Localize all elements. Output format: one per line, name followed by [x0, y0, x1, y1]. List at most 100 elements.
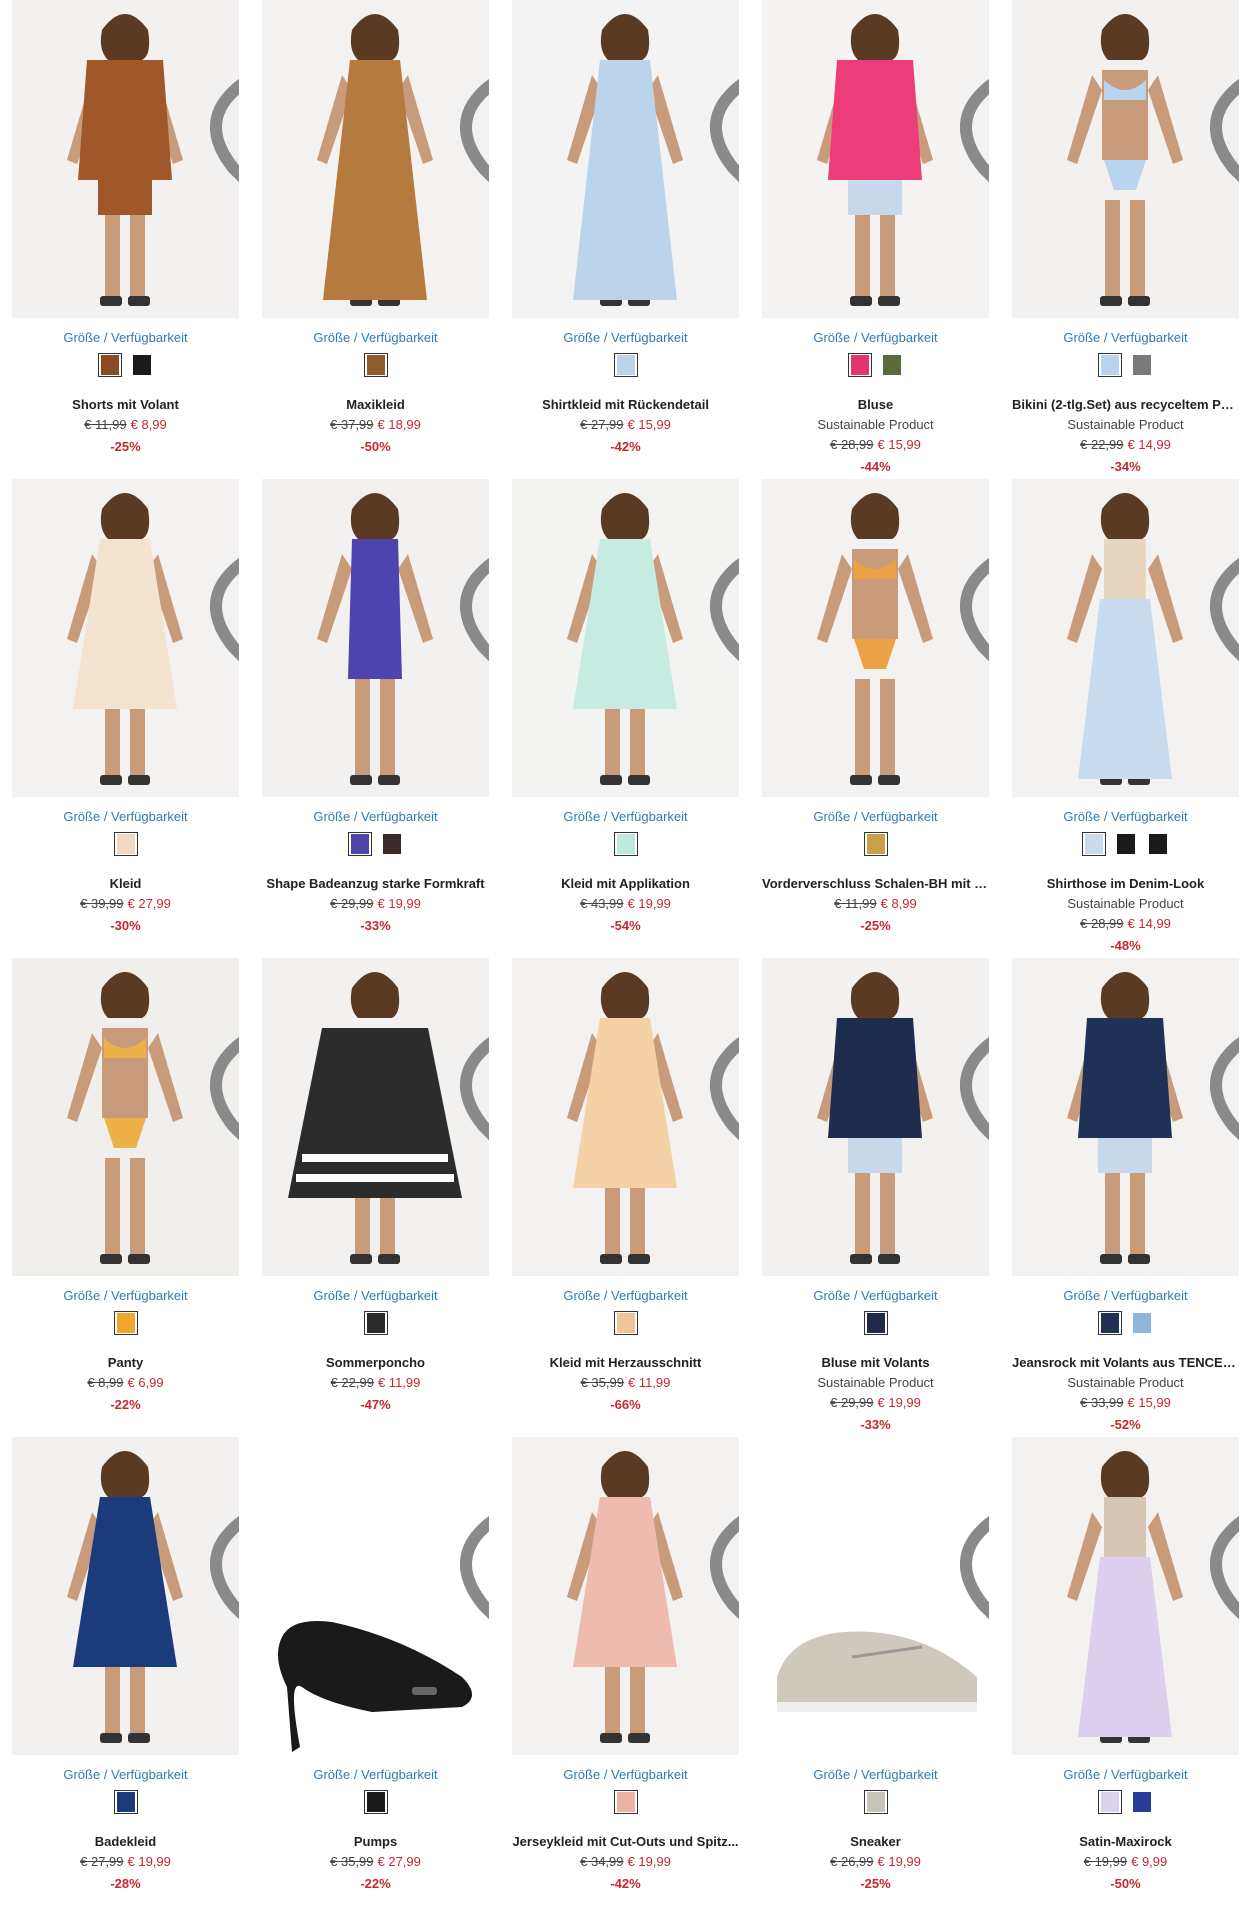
product-name[interactable]: Shirtkleid mit Rückendetail	[512, 397, 739, 412]
product-name[interactable]: Kleid mit Herzausschnitt	[512, 1355, 739, 1370]
size-availability-link[interactable]: Größe / Verfügbarkeit	[512, 330, 739, 345]
product-name[interactable]: Sneaker	[762, 1834, 989, 1849]
color-swatch[interactable]	[347, 832, 372, 856]
size-availability-link[interactable]: Größe / Verfügbarkeit	[262, 1288, 489, 1303]
color-swatch[interactable]	[613, 1790, 638, 1814]
wishlist-heart-icon[interactable]	[453, 1446, 489, 1620]
color-swatch[interactable]	[847, 353, 872, 377]
product-name[interactable]: Shorts mit Volant	[12, 397, 239, 412]
product-name[interactable]: Bluse	[762, 397, 989, 412]
product-image-wrapper[interactable]	[262, 479, 489, 797]
product-card[interactable]: Größe / Verfügbarkeit Sommerponcho € 22,…	[262, 958, 512, 1428]
wishlist-heart-icon[interactable]	[1203, 967, 1239, 1141]
color-swatch[interactable]	[863, 1311, 888, 1335]
product-card[interactable]: Größe / Verfügbarkeit Shirthose im Denim…	[1012, 479, 1250, 953]
color-swatch[interactable]	[613, 832, 638, 856]
product-card[interactable]: Größe / Verfügbarkeit Kleid mit Herzauss…	[512, 958, 762, 1428]
color-swatch[interactable]	[113, 832, 138, 856]
product-name[interactable]: Kleid mit Applikation	[512, 876, 739, 891]
size-availability-link[interactable]: Größe / Verfügbarkeit	[1012, 1288, 1239, 1303]
size-availability-link[interactable]: Größe / Verfügbarkeit	[12, 809, 239, 824]
size-availability-link[interactable]: Größe / Verfügbarkeit	[762, 1767, 989, 1782]
size-availability-link[interactable]: Größe / Verfügbarkeit	[512, 1767, 739, 1782]
color-swatch[interactable]	[863, 832, 888, 856]
product-card[interactable]: Größe / Verfügbarkeit Vorderverschluss S…	[762, 479, 1012, 949]
color-swatch[interactable]	[380, 832, 404, 856]
product-card[interactable]: Größe / Verfügbarkeit Bluse mit Volants …	[762, 958, 1012, 1432]
product-image-wrapper[interactable]	[1012, 0, 1239, 318]
size-availability-link[interactable]: Größe / Verfügbarkeit	[12, 1767, 239, 1782]
wishlist-heart-icon[interactable]	[953, 1446, 989, 1620]
size-availability-link[interactable]: Größe / Verfügbarkeit	[1012, 1767, 1239, 1782]
size-availability-link[interactable]: Größe / Verfügbarkeit	[12, 1288, 239, 1303]
wishlist-heart-icon[interactable]	[1203, 1446, 1239, 1620]
product-image-wrapper[interactable]	[762, 479, 989, 797]
product-image-wrapper[interactable]	[762, 0, 989, 318]
wishlist-heart-icon[interactable]	[703, 1446, 739, 1620]
product-card[interactable]: Größe / Verfügbarkeit Kleid € 39,99 € 27,…	[12, 479, 262, 949]
product-image-wrapper[interactable]	[262, 0, 489, 318]
product-image-wrapper[interactable]	[512, 479, 739, 797]
wishlist-heart-icon[interactable]	[703, 488, 739, 662]
product-image-wrapper[interactable]	[512, 1437, 739, 1755]
wishlist-heart-icon[interactable]	[953, 9, 989, 183]
wishlist-heart-icon[interactable]	[703, 967, 739, 1141]
product-image-wrapper[interactable]	[12, 479, 239, 797]
size-availability-link[interactable]: Größe / Verfügbarkeit	[12, 330, 239, 345]
product-image-wrapper[interactable]	[12, 958, 239, 1276]
product-name[interactable]: Badekleid	[12, 1834, 239, 1849]
product-card[interactable]: Größe / Verfügbarkeit Badekleid € 27,99 €…	[12, 1437, 262, 1907]
product-image-wrapper[interactable]	[12, 0, 239, 318]
product-image-wrapper[interactable]	[262, 1437, 489, 1755]
color-swatch[interactable]	[1097, 1311, 1122, 1335]
wishlist-heart-icon[interactable]	[453, 488, 489, 662]
wishlist-heart-icon[interactable]	[1203, 9, 1239, 183]
product-card[interactable]: Größe / Verfügbarkeit Panty € 8,99 € 6,99…	[12, 958, 262, 1428]
wishlist-heart-icon[interactable]	[203, 9, 239, 183]
wishlist-heart-icon[interactable]	[703, 9, 739, 183]
wishlist-heart-icon[interactable]	[1203, 488, 1239, 662]
wishlist-heart-icon[interactable]	[203, 967, 239, 1141]
product-name[interactable]: Maxikleid	[262, 397, 489, 412]
size-availability-link[interactable]: Größe / Verfügbarkeit	[1012, 809, 1239, 824]
product-name[interactable]: Pumps	[262, 1834, 489, 1849]
product-image-wrapper[interactable]	[512, 958, 739, 1276]
product-image-wrapper[interactable]	[762, 958, 989, 1276]
color-swatch[interactable]	[130, 353, 154, 377]
product-image-wrapper[interactable]	[12, 1437, 239, 1755]
color-swatch[interactable]	[113, 1790, 138, 1814]
product-name[interactable]: Vorderverschluss Schalen-BH mit B...	[762, 876, 989, 891]
size-availability-link[interactable]: Größe / Verfügbarkeit	[262, 330, 489, 345]
size-availability-link[interactable]: Größe / Verfügbarkeit	[762, 1288, 989, 1303]
wishlist-heart-icon[interactable]	[953, 967, 989, 1141]
product-image-wrapper[interactable]	[1012, 479, 1239, 797]
product-card[interactable]: Größe / Verfügbarkeit Bikini (2-tlg.Set)…	[1012, 0, 1250, 474]
wishlist-heart-icon[interactable]	[953, 488, 989, 662]
color-swatch[interactable]	[363, 1790, 388, 1814]
color-swatch[interactable]	[1146, 832, 1170, 856]
product-card[interactable]: Größe / Verfügbarkeit Maxikleid € 37,99 €…	[262, 0, 512, 470]
product-name[interactable]: Sommerponcho	[262, 1355, 489, 1370]
color-swatch[interactable]	[1097, 1790, 1122, 1814]
product-image-wrapper[interactable]	[1012, 1437, 1239, 1755]
product-card[interactable]: Größe / Verfügbarkeit Jeansrock mit Vola…	[1012, 958, 1250, 1432]
product-image-wrapper[interactable]	[262, 958, 489, 1276]
product-card[interactable]: Größe / Verfügbarkeit Shirtkleid mit Rüc…	[512, 0, 762, 470]
product-name[interactable]: Jeansrock mit Volants aus TENCEL...	[1012, 1355, 1239, 1370]
wishlist-heart-icon[interactable]	[453, 967, 489, 1141]
color-swatch[interactable]	[1130, 1311, 1154, 1335]
product-card[interactable]: Größe / Verfügbarkeit Sneaker € 26,99 € 1…	[762, 1437, 1012, 1907]
product-card[interactable]: Größe / Verfügbarkeit Satin-Maxirock € 1…	[1012, 1437, 1250, 1907]
product-name[interactable]: Shape Badeanzug starke Formkraft	[262, 876, 489, 891]
color-swatch[interactable]	[97, 353, 122, 377]
color-swatch[interactable]	[363, 353, 388, 377]
color-swatch[interactable]	[1114, 832, 1138, 856]
product-card[interactable]: Größe / Verfügbarkeit Kleid mit Applikat…	[512, 479, 762, 949]
wishlist-heart-icon[interactable]	[453, 9, 489, 183]
size-availability-link[interactable]: Größe / Verfügbarkeit	[512, 1288, 739, 1303]
product-card[interactable]: Größe / Verfügbarkeit Shape Badeanzug st…	[262, 479, 512, 949]
color-swatch[interactable]	[1130, 1790, 1154, 1814]
product-name[interactable]: Bikini (2-tlg.Set) aus recyceltem Po...	[1012, 397, 1239, 412]
color-swatch[interactable]	[1130, 353, 1154, 377]
color-swatch[interactable]	[880, 353, 904, 377]
